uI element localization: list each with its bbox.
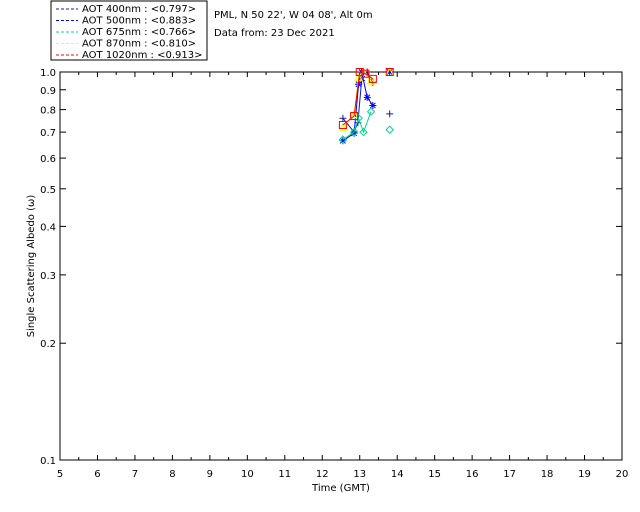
x-axis-label: Time (GMT) [311,483,370,494]
x-tick-label: 11 [278,469,291,480]
x-tick-label: 12 [316,469,329,480]
background [0,0,640,512]
x-tick-label: 5 [57,469,63,480]
x-tick-label: 7 [132,469,138,480]
x-tick-label: 17 [503,469,516,480]
x-tick-label: 10 [241,469,254,480]
x-tick-label: 20 [616,469,629,480]
data-point [363,93,371,101]
x-tick-label: 6 [94,469,100,480]
x-tick-label: 8 [169,469,175,480]
legend-label: AOT 1020nm : <0.913> [82,50,202,61]
legend-label: AOT 500nm : <0.883> [82,16,196,27]
y-tick-label: 0.8 [40,106,56,117]
data-point [369,101,377,109]
y-tick-label: 0.1 [40,456,56,467]
y-axis-label: Single Scattering Albedo (ω) [26,195,37,338]
y-tick-label: 1.0 [40,68,56,79]
x-tick-label: 16 [466,469,479,480]
y-tick-label: 0.3 [40,271,56,282]
x-tick-label: 14 [391,469,404,480]
y-tick-label: 0.6 [40,154,56,165]
y-tick-label: 0.9 [40,86,56,97]
x-tick-label: 15 [428,469,441,480]
chart: AOT 400nm : <0.797>AOT 500nm : <0.883>AO… [0,0,640,512]
date-info: Data from: 23 Dec 2021 [214,28,335,39]
legend-label: AOT 870nm : <0.810> [82,39,196,50]
legend-label: AOT 400nm : <0.797> [82,4,196,15]
x-tick-label: 19 [578,469,591,480]
station-info: PML, N 50 22', W 04 08', Alt 0m [214,10,373,21]
y-tick-label: 0.4 [40,222,56,233]
x-tick-label: 13 [353,469,366,480]
x-tick-label: 18 [541,469,554,480]
y-tick-label: 0.2 [40,339,56,350]
y-tick-label: 0.7 [40,128,56,139]
legend: AOT 400nm : <0.797>AOT 500nm : <0.883>AO… [50,0,208,61]
legend-label: AOT 675nm : <0.766> [82,27,196,38]
x-tick-label: 9 [207,469,213,480]
y-tick-label: 0.5 [40,185,56,196]
